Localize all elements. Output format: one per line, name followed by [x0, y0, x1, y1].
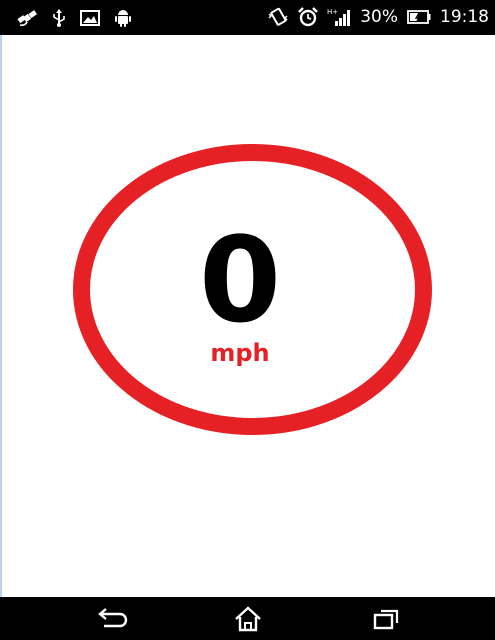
notification-icons — [16, 8, 132, 28]
system-indicators: H+ 30% 19:18 — [267, 6, 489, 28]
battery-percent: 30% — [360, 7, 398, 27]
image-icon — [80, 10, 100, 26]
speed-value: 0 — [198, 211, 282, 349]
back-icon — [98, 608, 128, 628]
recent-apps-button[interactable] — [366, 603, 406, 635]
speedometer-screen: H+ 30% 19:18 0 mph — [0, 0, 495, 640]
left-edge-line — [0, 35, 2, 597]
vibrate-icon — [268, 7, 288, 26]
home-icon — [235, 606, 261, 632]
speed-unit: mph — [210, 339, 270, 367]
recent-apps-icon — [373, 609, 399, 630]
status-bar: H+ 30% 19:18 — [0, 0, 495, 35]
svg-text:H+: H+ — [327, 8, 338, 16]
usb-icon — [53, 9, 65, 27]
home-button[interactable] — [228, 603, 268, 635]
battery-icon — [407, 10, 431, 24]
signal-icon: H+ — [327, 8, 351, 26]
alarm-icon — [298, 7, 319, 27]
android-icon — [115, 10, 131, 27]
satellite-icon — [17, 10, 37, 26]
clock: 19:18 — [440, 7, 489, 27]
back-button[interactable] — [92, 603, 132, 635]
navigation-bar — [0, 597, 495, 640]
